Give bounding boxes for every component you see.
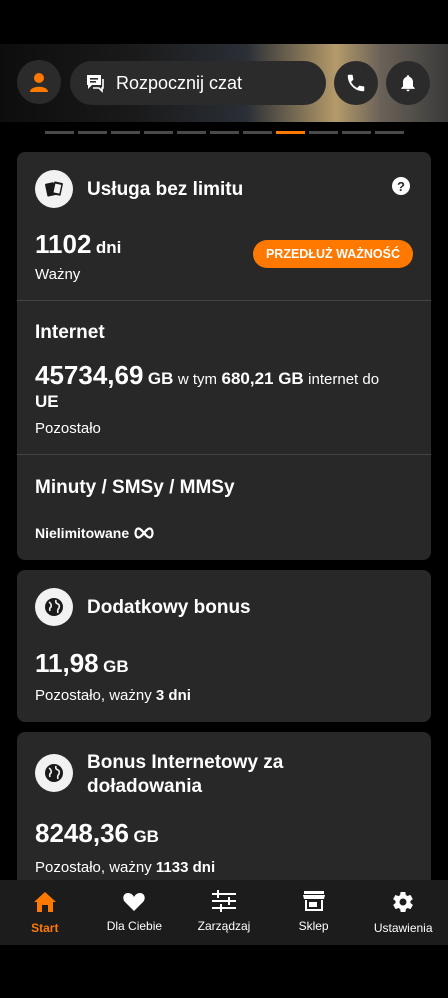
unlimited-service-card[interactable]: Usługa bez limitu ? 1102 dni Ważny PRZED… <box>17 152 431 560</box>
pager-dot[interactable] <box>45 131 74 134</box>
user-icon <box>30 73 48 92</box>
bonus-validity: Pozostało, ważny 3 dni <box>35 687 191 704</box>
extend-validity-button[interactable]: PRZEDŁUŻ WAŻNOŚĆ <box>252 240 413 268</box>
infinity-icon <box>134 527 154 539</box>
pager-dot[interactable] <box>177 131 206 134</box>
status-bar <box>0 0 448 44</box>
nav-settings[interactable]: Ustawienia <box>358 880 448 945</box>
divider <box>17 454 431 455</box>
pager-dot[interactable] <box>276 131 305 134</box>
carousel-pager <box>45 131 405 134</box>
nav-manage[interactable]: Zarządzaj <box>179 880 269 945</box>
bonus-balance: 11,98 GB <box>35 648 129 678</box>
bottom-navigation: Start Dla Ciebie Zarządzaj Sklep Ustawie… <box>0 880 448 945</box>
pager-dot[interactable] <box>243 131 272 134</box>
pager-dot[interactable] <box>342 131 371 134</box>
chat-label: Rozpocznij czat <box>116 72 243 93</box>
topup-validity: Pozostało, ważny 1133 dni <box>35 859 216 876</box>
help-icon[interactable]: ? <box>392 177 410 195</box>
gear-icon <box>393 892 413 913</box>
pager-dot[interactable] <box>144 131 173 134</box>
internet-title: Internet <box>35 322 105 343</box>
pager-dot[interactable] <box>375 131 404 134</box>
sliders-icon <box>211 890 236 912</box>
phone-icon <box>347 74 365 92</box>
minutes-value: Nielimitowane <box>35 525 155 541</box>
call-button[interactable] <box>334 61 378 105</box>
cards-icon <box>35 170 73 208</box>
minutes-title: Minuty / SMSy / MMSy <box>35 477 235 498</box>
card-title: Bonus Internetowy za doładowania <box>87 752 284 797</box>
nav-shop[interactable]: Sklep <box>269 880 359 945</box>
card-title: Usługa bez limitu <box>87 179 244 200</box>
pager-dot[interactable] <box>78 131 107 134</box>
nav-for-you[interactable]: Dla Ciebie <box>90 880 180 945</box>
bell-icon <box>401 75 415 92</box>
validity-days: 1102 dni <box>35 229 122 259</box>
validity-status: Ważny <box>35 266 81 283</box>
chat-icon <box>87 75 104 93</box>
globe-icon <box>35 754 73 792</box>
home-icon <box>33 892 56 912</box>
pager-dot[interactable] <box>210 131 239 134</box>
globe-icon <box>35 588 73 626</box>
heart-icon <box>123 893 146 911</box>
nav-start[interactable]: Start <box>0 880 90 945</box>
topup-bonus-card[interactable]: Bonus Internetowy za doładowania 8248,36… <box>17 732 431 892</box>
start-chat-button[interactable]: Rozpocznij czat <box>70 61 326 105</box>
notifications-button[interactable] <box>386 61 430 105</box>
pager-dot[interactable] <box>111 131 140 134</box>
topup-balance: 8248,36 GB <box>35 818 159 848</box>
internet-remaining: Pozostało <box>35 420 101 437</box>
profile-button[interactable] <box>17 60 61 104</box>
pager-dot[interactable] <box>309 131 338 134</box>
internet-balance: 45734,69 GB w tym 680,21 GB internet do … <box>35 360 380 411</box>
divider <box>17 300 431 301</box>
card-title: Dodatkowy bonus <box>87 597 251 618</box>
extra-bonus-card[interactable]: Dodatkowy bonus 11,98 GB Pozostało, ważn… <box>17 570 431 722</box>
shop-icon <box>302 891 325 911</box>
system-nav-area <box>0 945 448 998</box>
